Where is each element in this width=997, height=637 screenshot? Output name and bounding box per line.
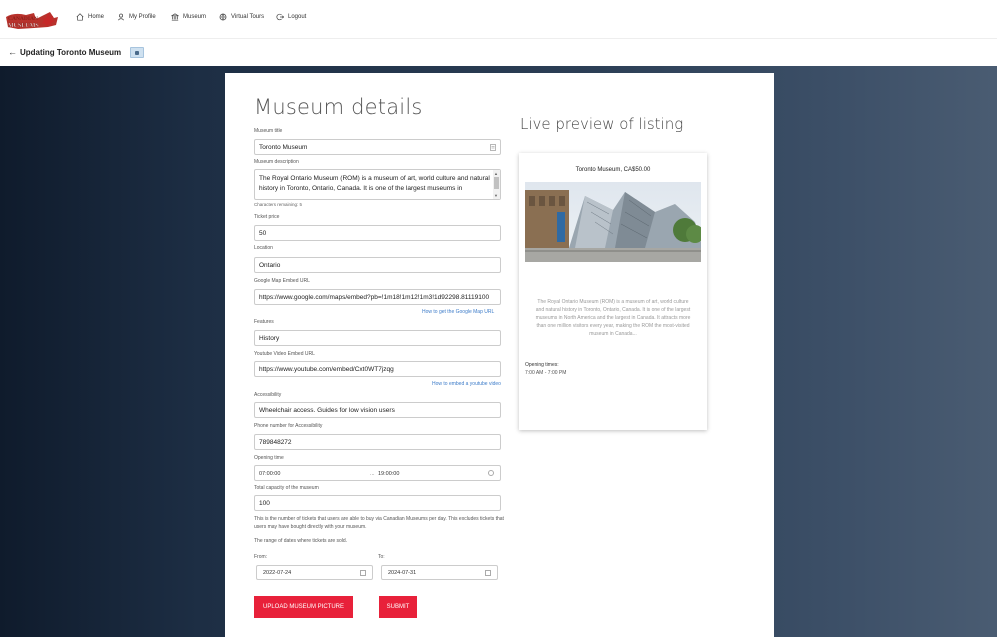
capacity-label: Total capacity of the museum xyxy=(254,485,319,491)
nav-museum-label: Museum xyxy=(183,14,207,20)
location-label: Location xyxy=(254,245,273,251)
museum-description-label: Museum description xyxy=(254,159,299,165)
ticket-price-label: Ticket price xyxy=(254,214,280,220)
home-icon xyxy=(76,13,84,21)
museum-description-textarea[interactable]: The Royal Ontario Museum (ROM) is a muse… xyxy=(254,169,501,200)
nav-tours-label: Virtual Tours xyxy=(231,14,265,20)
opening-time-label: Opening time xyxy=(254,455,284,461)
scroll-up-arrow-icon[interactable]: ▲ xyxy=(494,171,498,176)
page-header: ← Updating Toronto Museum xyxy=(0,38,997,66)
museum-form-card: Museum details Museum title Toronto Muse… xyxy=(225,73,774,637)
nav-profile-label: My Profile xyxy=(129,14,156,20)
nav-logout-label: Logout xyxy=(288,14,307,20)
nav-my-profile[interactable]: My Profile xyxy=(117,13,156,21)
youtube-help-link[interactable]: How to embed a youtube video xyxy=(432,381,501,387)
calendar-icon[interactable] xyxy=(485,570,491,576)
ticket-price-input[interactable]: 50 xyxy=(254,225,501,241)
capacity-note: This is the number of tickets that users… xyxy=(254,516,504,530)
badge-icon xyxy=(135,50,139,55)
upload-picture-button[interactable]: UPLOAD MUSEUM PICTURE xyxy=(254,596,353,618)
google-map-input[interactable]: https://www.google.com/maps/embed?pb=!1m… xyxy=(254,289,501,305)
form-fill-icon xyxy=(490,144,496,151)
site-logo[interactable]: CANADIAN MUSEUMS xyxy=(4,9,60,31)
google-map-label: Google Map Embed URL xyxy=(254,278,310,284)
opening-times-value: 7:00 AM - 7:00 PM xyxy=(525,370,567,376)
youtube-url-input[interactable]: https://www.youtube.com/embed/Cxt0WT7jzq… xyxy=(254,361,501,377)
accessibility-input[interactable]: Wheelchair access. Guides for low vision… xyxy=(254,402,501,418)
capacity-input[interactable]: 100 xyxy=(254,495,501,511)
back-arrow-icon[interactable]: ← xyxy=(8,47,17,57)
preview-description: The Royal Ontario Museum (ROM) is a muse… xyxy=(535,299,691,337)
calendar-icon[interactable] xyxy=(360,570,366,576)
from-date-input[interactable]: 2022-07-24 xyxy=(256,565,373,580)
globe-icon xyxy=(219,13,227,21)
page-title: Updating Toronto Museum xyxy=(20,48,122,57)
from-date-value: 2022-07-24 xyxy=(263,570,292,576)
description-scrollbar[interactable]: ▲ ▼ xyxy=(493,170,500,199)
phone-label: Phone number for Accessibility xyxy=(254,423,323,429)
museum-details-heading: Museum details xyxy=(254,95,423,119)
time-separator: ... xyxy=(370,471,375,477)
nav-home-label: Home xyxy=(88,14,105,20)
museum-photo xyxy=(525,182,701,262)
scroll-down-arrow-icon[interactable]: ▼ xyxy=(494,193,498,198)
live-preview-heading: Live preview of listing xyxy=(520,115,684,133)
scroll-thumb[interactable] xyxy=(494,177,499,189)
opening-time-range[interactable]: 07:00:00 ... 19:00:00 xyxy=(254,465,501,481)
phone-input[interactable]: 789848272 xyxy=(254,434,501,450)
google-map-help-link[interactable]: How to get the Google Map URL xyxy=(422,309,494,315)
nav-logout[interactable]: Logout xyxy=(276,13,306,21)
to-date-value: 2024-07-31 xyxy=(388,570,417,576)
museum-title-label: Museum title xyxy=(254,128,283,134)
museum-icon xyxy=(171,13,179,21)
svg-text:MUSEUMS: MUSEUMS xyxy=(8,23,39,29)
nav-museum[interactable]: Museum xyxy=(171,13,206,21)
preview-card-title: Toronto Museum, CA$50.00 xyxy=(575,167,651,173)
location-input[interactable]: Ontario xyxy=(254,257,501,273)
from-date-label: From: xyxy=(254,554,268,560)
museum-title-value: Toronto Museum xyxy=(259,144,308,151)
accessibility-label: Accessibility xyxy=(254,392,282,398)
features-label: Features xyxy=(254,319,274,325)
characters-remaining: Characters remaining: 5 xyxy=(254,202,303,207)
status-badge xyxy=(130,47,144,58)
youtube-url-label: Youtube Video Embed URL xyxy=(254,351,315,357)
preview-card[interactable]: Toronto Museum, CA$50.00 The Royal Ontar… xyxy=(519,153,707,430)
date-range-note: The range of dates where tickets are sol… xyxy=(254,538,348,544)
logout-icon xyxy=(276,13,284,21)
to-date-label: To: xyxy=(378,554,385,560)
open-from-value[interactable]: 07:00:00 xyxy=(259,471,280,477)
features-input[interactable]: History xyxy=(254,330,501,346)
top-navbar: CANADIAN MUSEUMS Home My Profile Museum … xyxy=(0,0,997,38)
open-to-value[interactable]: 19:00:00 xyxy=(378,471,399,477)
user-icon xyxy=(117,13,125,21)
nav-virtual-tours[interactable]: Virtual Tours xyxy=(219,13,264,21)
submit-button[interactable]: SUBMIT xyxy=(379,596,417,618)
svg-text:CANADIAN: CANADIAN xyxy=(8,16,38,22)
nav-home[interactable]: Home xyxy=(76,13,104,21)
museum-title-input[interactable]: Toronto Museum xyxy=(254,139,501,155)
to-date-input[interactable]: 2024-07-31 xyxy=(381,565,498,580)
clock-icon[interactable] xyxy=(488,470,494,476)
opening-times-label: Opening times: xyxy=(525,362,559,368)
